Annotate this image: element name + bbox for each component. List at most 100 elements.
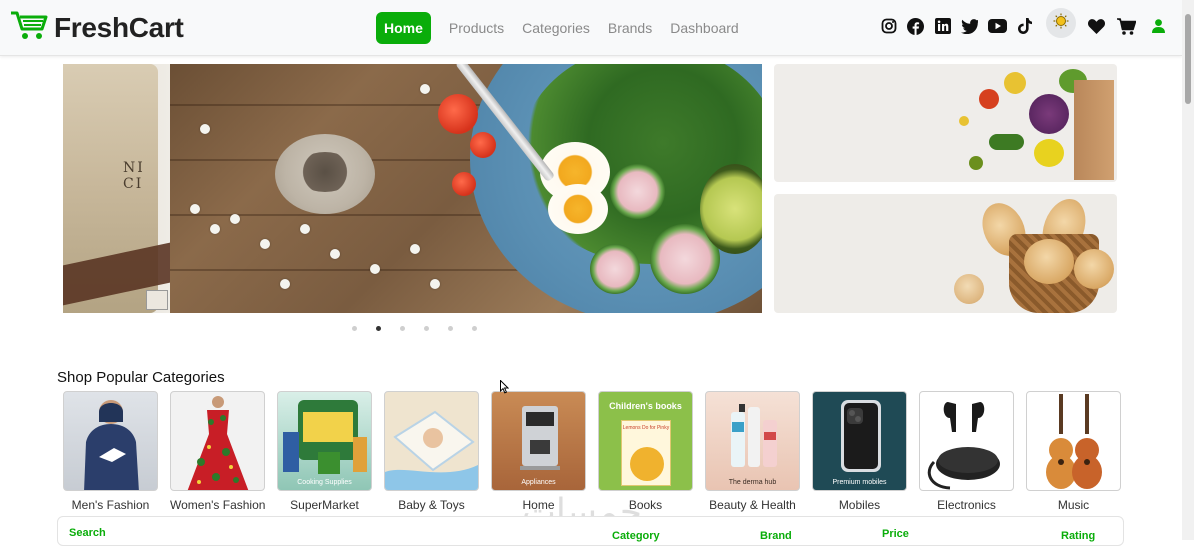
hero-pagination-dot[interactable] xyxy=(352,326,357,331)
flower-image xyxy=(410,244,420,254)
scrollbar-thumb[interactable] xyxy=(1185,14,1191,104)
bread-image xyxy=(1024,239,1074,284)
egg-image xyxy=(548,184,608,234)
flower-image xyxy=(190,204,200,214)
lime-image xyxy=(969,156,983,170)
hero-pagination xyxy=(352,326,477,331)
category-image-mobiles: Premium mobiles xyxy=(812,391,907,491)
flower-image xyxy=(430,279,440,289)
category-image-electronics xyxy=(919,391,1014,491)
theme-toggle-button[interactable] xyxy=(1046,8,1076,38)
hero-pagination-dot[interactable] xyxy=(376,326,381,331)
nav-link-products[interactable]: Products xyxy=(441,12,512,44)
pepper-image xyxy=(1034,139,1064,167)
nav-link-brands[interactable]: Brands xyxy=(600,12,660,44)
hero-pagination-dot[interactable] xyxy=(424,326,429,331)
flower-image xyxy=(210,224,220,234)
filter-bar: Search Category Brand Price Rating xyxy=(57,516,1124,546)
cart-icon[interactable] xyxy=(1117,17,1136,35)
cabbage-image xyxy=(1029,94,1069,134)
twitter-icon[interactable] xyxy=(961,18,978,35)
seeds-image xyxy=(295,152,355,192)
sun-icon xyxy=(1053,13,1069,34)
user-icon[interactable] xyxy=(1150,18,1167,35)
brand-name: FreshCart xyxy=(54,11,184,43)
category-image-supermarket: Cooking Supplies xyxy=(277,391,372,491)
category-card[interactable]: Women's Fashion xyxy=(170,391,265,512)
hero-pagination-dot[interactable] xyxy=(448,326,453,331)
filter-search-label[interactable]: Search xyxy=(69,527,106,539)
category-image-books: Children's books Lemons Do for Pinky xyxy=(598,391,693,491)
category-caption: The derma hub xyxy=(728,479,777,486)
facebook-icon[interactable] xyxy=(907,17,924,35)
tiktok-icon[interactable] xyxy=(1017,18,1034,35)
category-label: Music xyxy=(1057,498,1090,512)
avocado-image xyxy=(700,164,762,254)
hero-slide-previous[interactable]: NI CI xyxy=(63,64,170,313)
tomato-image xyxy=(438,94,478,134)
hero-side-image-bread[interactable] xyxy=(774,194,1117,313)
hero-side-image-vegetables[interactable] xyxy=(774,64,1117,182)
category-label: SuperMarket xyxy=(290,498,359,512)
nav-links: Home Products Categories Brands Dashboar… xyxy=(376,12,749,44)
category-image-beauty-health: The derma hub xyxy=(705,391,800,491)
flower-image xyxy=(370,264,380,274)
book-title: Lemons Do for Pinky xyxy=(622,425,670,431)
hero-pagination-dot[interactable] xyxy=(472,326,477,331)
filter-brand-label[interactable]: Brand xyxy=(760,530,792,542)
filter-price-label[interactable]: Price xyxy=(882,528,909,540)
hero-pagination-dot[interactable] xyxy=(400,326,405,331)
flower-image xyxy=(230,214,240,224)
bread-image xyxy=(1074,249,1114,289)
category-caption: Premium mobiles xyxy=(832,479,887,486)
coffee-bag-tag xyxy=(146,290,168,310)
heart-icon[interactable] xyxy=(1088,18,1105,35)
filter-rating-label[interactable]: Rating xyxy=(1061,530,1095,542)
category-card[interactable]: Premium mobiles Mobiles xyxy=(812,391,907,512)
hero-slide-main[interactable] xyxy=(170,64,762,313)
category-card[interactable]: Electronics xyxy=(919,391,1014,512)
flower-image xyxy=(300,224,310,234)
category-card[interactable]: Music xyxy=(1026,391,1121,512)
radish-image xyxy=(590,244,640,294)
nav-link-categories[interactable]: Categories xyxy=(514,12,598,44)
category-image-music xyxy=(1026,391,1121,491)
category-card[interactable]: Cooking Supplies SuperMarket xyxy=(277,391,372,512)
page-scrollbar[interactable] xyxy=(1182,0,1194,540)
flower-image xyxy=(200,124,210,134)
flower-image xyxy=(280,279,290,289)
category-card[interactable]: The derma hub Beauty & Health xyxy=(705,391,800,512)
category-caption: Children's books xyxy=(609,401,682,411)
youtube-icon[interactable] xyxy=(988,18,1007,35)
linkedin-icon[interactable] xyxy=(934,18,951,35)
flower-image xyxy=(260,239,270,249)
category-image-home: Appliances xyxy=(491,391,586,491)
category-label: Baby & Toys xyxy=(398,498,465,512)
filter-category-label[interactable]: Category xyxy=(612,530,660,542)
cucumber-image xyxy=(989,134,1024,150)
radish-image xyxy=(610,164,665,219)
category-image-mens-fashion xyxy=(63,391,158,491)
categories-title: Shop Popular Categories xyxy=(57,369,225,386)
category-label: Men's Fashion xyxy=(71,498,150,512)
category-card[interactable]: Men's Fashion xyxy=(63,391,158,512)
book-illustration xyxy=(630,447,664,481)
nav-icons xyxy=(880,8,1177,38)
cart-logo-icon xyxy=(10,9,48,46)
paper-bag-image xyxy=(1074,80,1114,180)
tomato-image xyxy=(452,172,476,196)
category-label: Mobiles xyxy=(838,498,881,512)
lemon-image xyxy=(1004,72,1026,94)
nav-link-dashboard[interactable]: Dashboard xyxy=(662,12,747,44)
instagram-icon[interactable] xyxy=(880,18,897,35)
coffee-bag-lettering: NI CI xyxy=(123,160,145,192)
category-card[interactable]: Baby & Toys xyxy=(384,391,479,512)
nav-link-home[interactable]: Home xyxy=(376,12,431,44)
flower-image xyxy=(420,84,430,94)
tomato-image xyxy=(979,89,999,109)
brand[interactable]: FreshCart xyxy=(10,9,184,46)
category-caption: Cooking Supplies xyxy=(297,479,352,486)
category-label: Electronics xyxy=(937,498,996,512)
flower-image xyxy=(330,249,340,259)
category-caption: Appliances xyxy=(521,479,556,486)
